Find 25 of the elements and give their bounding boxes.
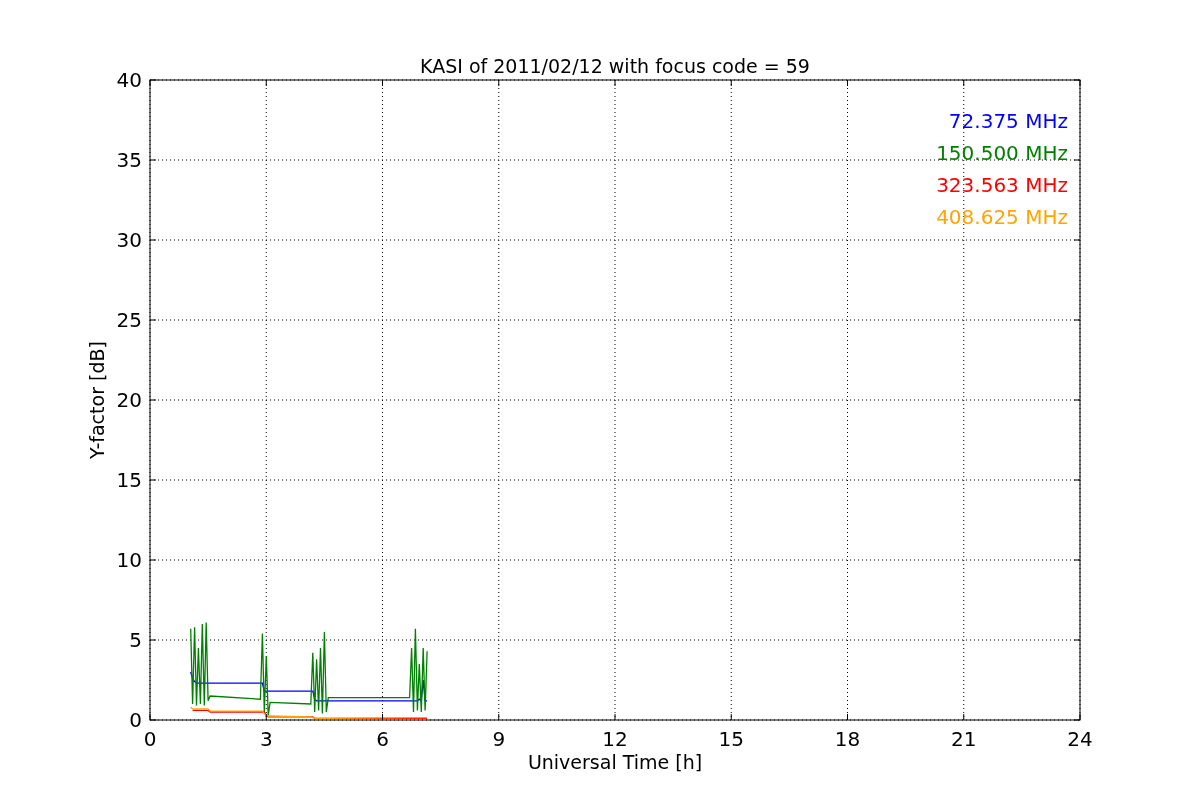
legend-text: 72.375 MHz [948, 109, 1068, 133]
tick-label: 9 [492, 727, 506, 751]
tick-label: 18 [834, 727, 861, 751]
tick-label: 10 [116, 548, 142, 572]
legend-text: 408.625 MHz [936, 205, 1068, 229]
tick-label: 30 [116, 228, 142, 252]
tick-label: 25 [116, 308, 142, 332]
tick-label: 40 [116, 68, 142, 92]
tick-label: 20 [116, 388, 142, 412]
axis-label: Y-factor [dB] [86, 341, 108, 459]
tick-label: 6 [376, 727, 389, 751]
tick-label: 0 [129, 708, 142, 732]
tick-label: 15 [718, 727, 744, 751]
tick-label: 0 [143, 727, 157, 751]
tick-label: 5 [129, 628, 142, 652]
legend-text: 150.500 MHz [936, 141, 1068, 165]
tick-label: 21 [951, 727, 977, 751]
tick-label: 3 [259, 727, 273, 751]
tick-label: 24 [1067, 727, 1093, 751]
tick-label: 12 [602, 727, 628, 751]
legend-text: 323.563 MHz [936, 173, 1068, 197]
tick-label: 35 [116, 148, 142, 172]
axis-label: Universal Time [h] [527, 751, 703, 773]
chart-title: KASI of 2011/02/12 with focus code = 59 [420, 55, 810, 77]
tick-label: 15 [116, 468, 142, 492]
